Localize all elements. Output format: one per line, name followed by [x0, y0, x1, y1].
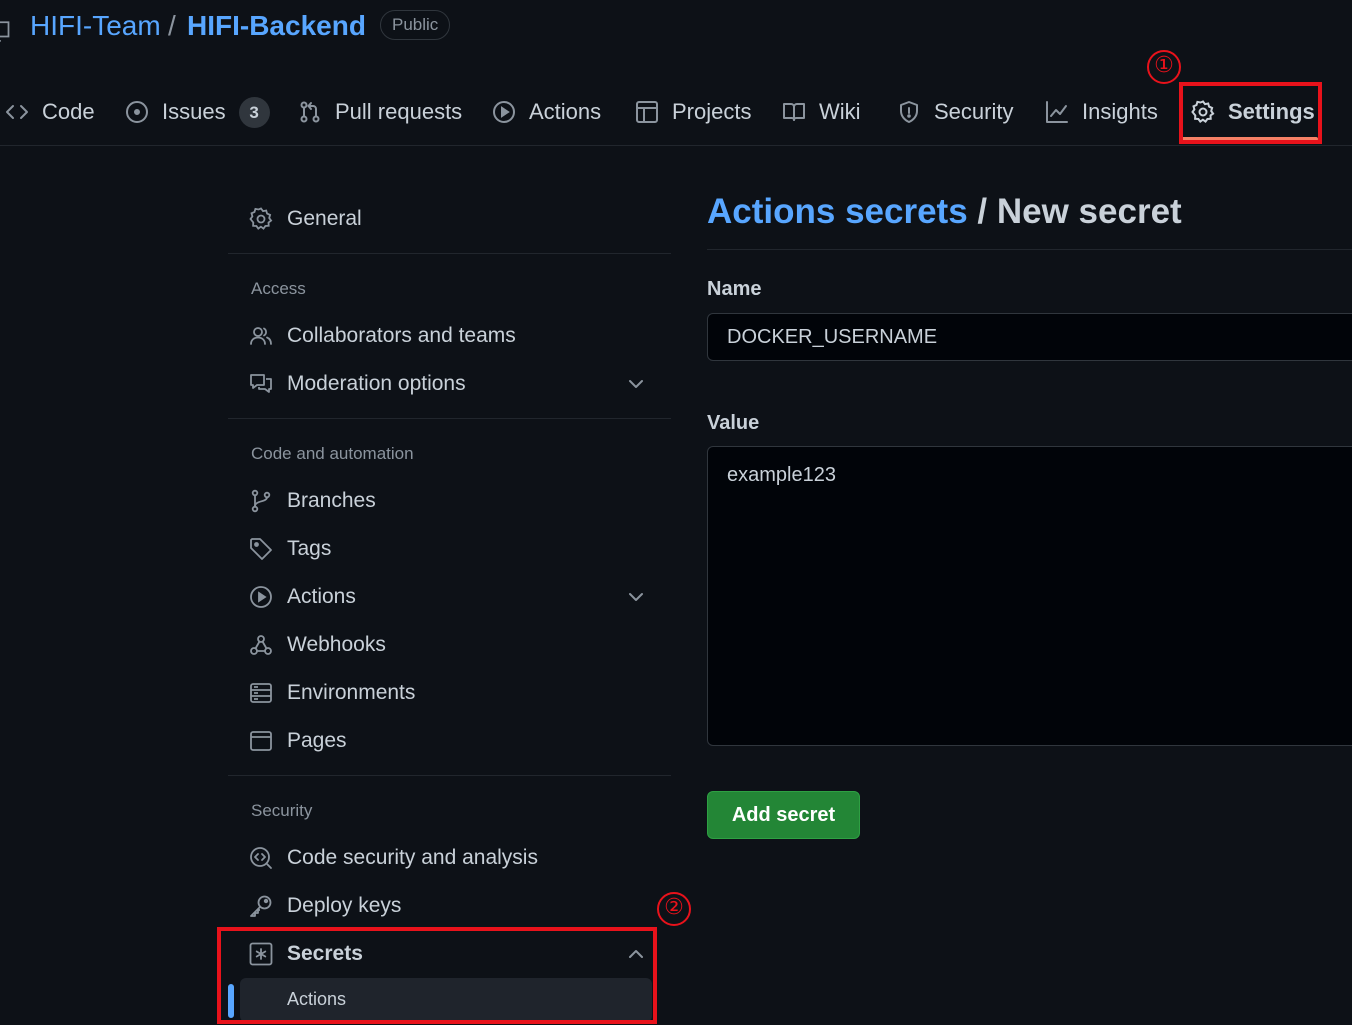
sidebar-item-environments[interactable]: Environments	[248, 672, 668, 714]
tab-pull-requests[interactable]: Pull requests	[298, 88, 462, 136]
chevron-down-icon[interactable]	[626, 587, 646, 607]
repo-tabs: Code Issues 3 Pull requests Actions Proj…	[0, 80, 1352, 146]
breadcrumb-separator: /	[967, 192, 997, 231]
tab-label: Issues	[162, 99, 226, 124]
visibility-badge: Public	[380, 10, 451, 40]
tab-projects[interactable]: Projects	[635, 88, 751, 136]
name-label: Name	[707, 278, 762, 300]
gear-icon	[248, 206, 274, 232]
tab-code[interactable]: Code	[5, 88, 95, 136]
tag-icon	[248, 536, 274, 562]
chevron-down-icon[interactable]	[626, 374, 646, 394]
sidebar-item-tags[interactable]: Tags	[248, 528, 668, 570]
codescan-icon	[248, 845, 274, 871]
git-pull-request-icon	[298, 100, 322, 124]
secret-name-input[interactable]	[707, 313, 1352, 361]
repo-icon	[0, 20, 12, 42]
tab-label: Projects	[672, 99, 752, 124]
annotation-marker-1: ①	[1147, 50, 1181, 84]
page-title: Actions secrets / New secret	[707, 190, 1182, 234]
people-icon	[248, 323, 274, 349]
sidebar-heading-access: Access	[251, 279, 306, 298]
issue-opened-icon	[125, 100, 149, 124]
webhook-icon	[248, 632, 274, 658]
git-branch-icon	[248, 488, 274, 514]
sidebar-item-label: Environments	[287, 681, 416, 704]
sidebar-divider	[228, 418, 671, 419]
tab-label: Actions	[529, 99, 602, 124]
tab-wiki[interactable]: Wiki	[782, 88, 861, 136]
annotation-box-secrets	[217, 927, 657, 1024]
secret-value-textarea[interactable]: example123	[707, 446, 1352, 746]
shield-icon	[897, 100, 921, 124]
annotation-box-settings	[1179, 82, 1322, 144]
repo-name-link[interactable]: HIFI-Backend	[187, 8, 366, 44]
sidebar-item-label: Tags	[287, 537, 332, 560]
browser-icon	[248, 728, 274, 754]
sidebar-divider	[228, 775, 671, 776]
sidebar-divider	[228, 253, 671, 254]
value-label: Value	[707, 412, 760, 434]
sidebar-item-deploy-keys[interactable]: Deploy keys	[248, 885, 668, 927]
code-icon	[5, 100, 29, 124]
sidebar-heading-security: Security	[251, 801, 313, 820]
sidebar-item-label: Code security and analysis	[287, 846, 538, 869]
table-icon	[635, 100, 659, 124]
tab-label: Pull requests	[335, 99, 463, 124]
sidebar-item-label: Pages	[287, 729, 347, 752]
tab-label: Security	[934, 99, 1014, 124]
breadcrumb-current: New secret	[996, 192, 1182, 231]
sidebar-item-branches[interactable]: Branches	[248, 480, 668, 522]
tab-label: Insights	[1082, 99, 1158, 124]
add-secret-button[interactable]: Add secret	[707, 791, 860, 839]
sidebar-item-label: Collaborators and teams	[287, 324, 516, 347]
key-icon	[248, 893, 274, 919]
tab-label: Code	[42, 99, 95, 124]
breadcrumb-actions-secrets-link[interactable]: Actions secrets	[707, 192, 968, 231]
tab-security[interactable]: Security	[897, 88, 1013, 136]
sidebar-item-moderation[interactable]: Moderation options	[248, 363, 668, 405]
sidebar-item-actions[interactable]: Actions	[248, 576, 668, 618]
play-icon	[248, 584, 274, 610]
sidebar-item-label: Webhooks	[287, 633, 386, 656]
book-icon	[782, 100, 806, 124]
comment-discussion-icon	[248, 371, 274, 397]
play-icon	[492, 100, 516, 124]
tab-insights[interactable]: Insights	[1045, 88, 1158, 136]
sidebar-item-webhooks[interactable]: Webhooks	[248, 624, 668, 666]
sidebar-heading-code-automation: Code and automation	[251, 444, 414, 463]
sidebar-item-label: Actions	[287, 585, 356, 608]
sidebar-item-label: Deploy keys	[287, 894, 402, 917]
sidebar-item-label: Branches	[287, 489, 376, 512]
sidebar-item-general[interactable]: General	[248, 198, 668, 240]
tab-issues[interactable]: Issues 3	[125, 88, 270, 136]
server-icon	[248, 680, 274, 706]
tab-label: Wiki	[819, 99, 861, 124]
tab-actions[interactable]: Actions	[492, 88, 601, 136]
sidebar-item-label: General	[287, 207, 362, 230]
sidebar-item-code-security[interactable]: Code security and analysis	[248, 837, 668, 879]
issues-counter: 3	[238, 96, 270, 128]
annotation-marker-2: ②	[657, 892, 691, 926]
sidebar-item-pages[interactable]: Pages	[248, 720, 668, 762]
sidebar-item-label: Moderation options	[287, 372, 466, 395]
sidebar-item-collaborators[interactable]: Collaborators and teams	[248, 315, 668, 357]
repo-path-separator: /	[168, 10, 176, 41]
graph-icon	[1045, 100, 1069, 124]
heading-divider	[707, 249, 1352, 250]
repo-owner-link[interactable]: HIFI-Team	[30, 8, 161, 44]
